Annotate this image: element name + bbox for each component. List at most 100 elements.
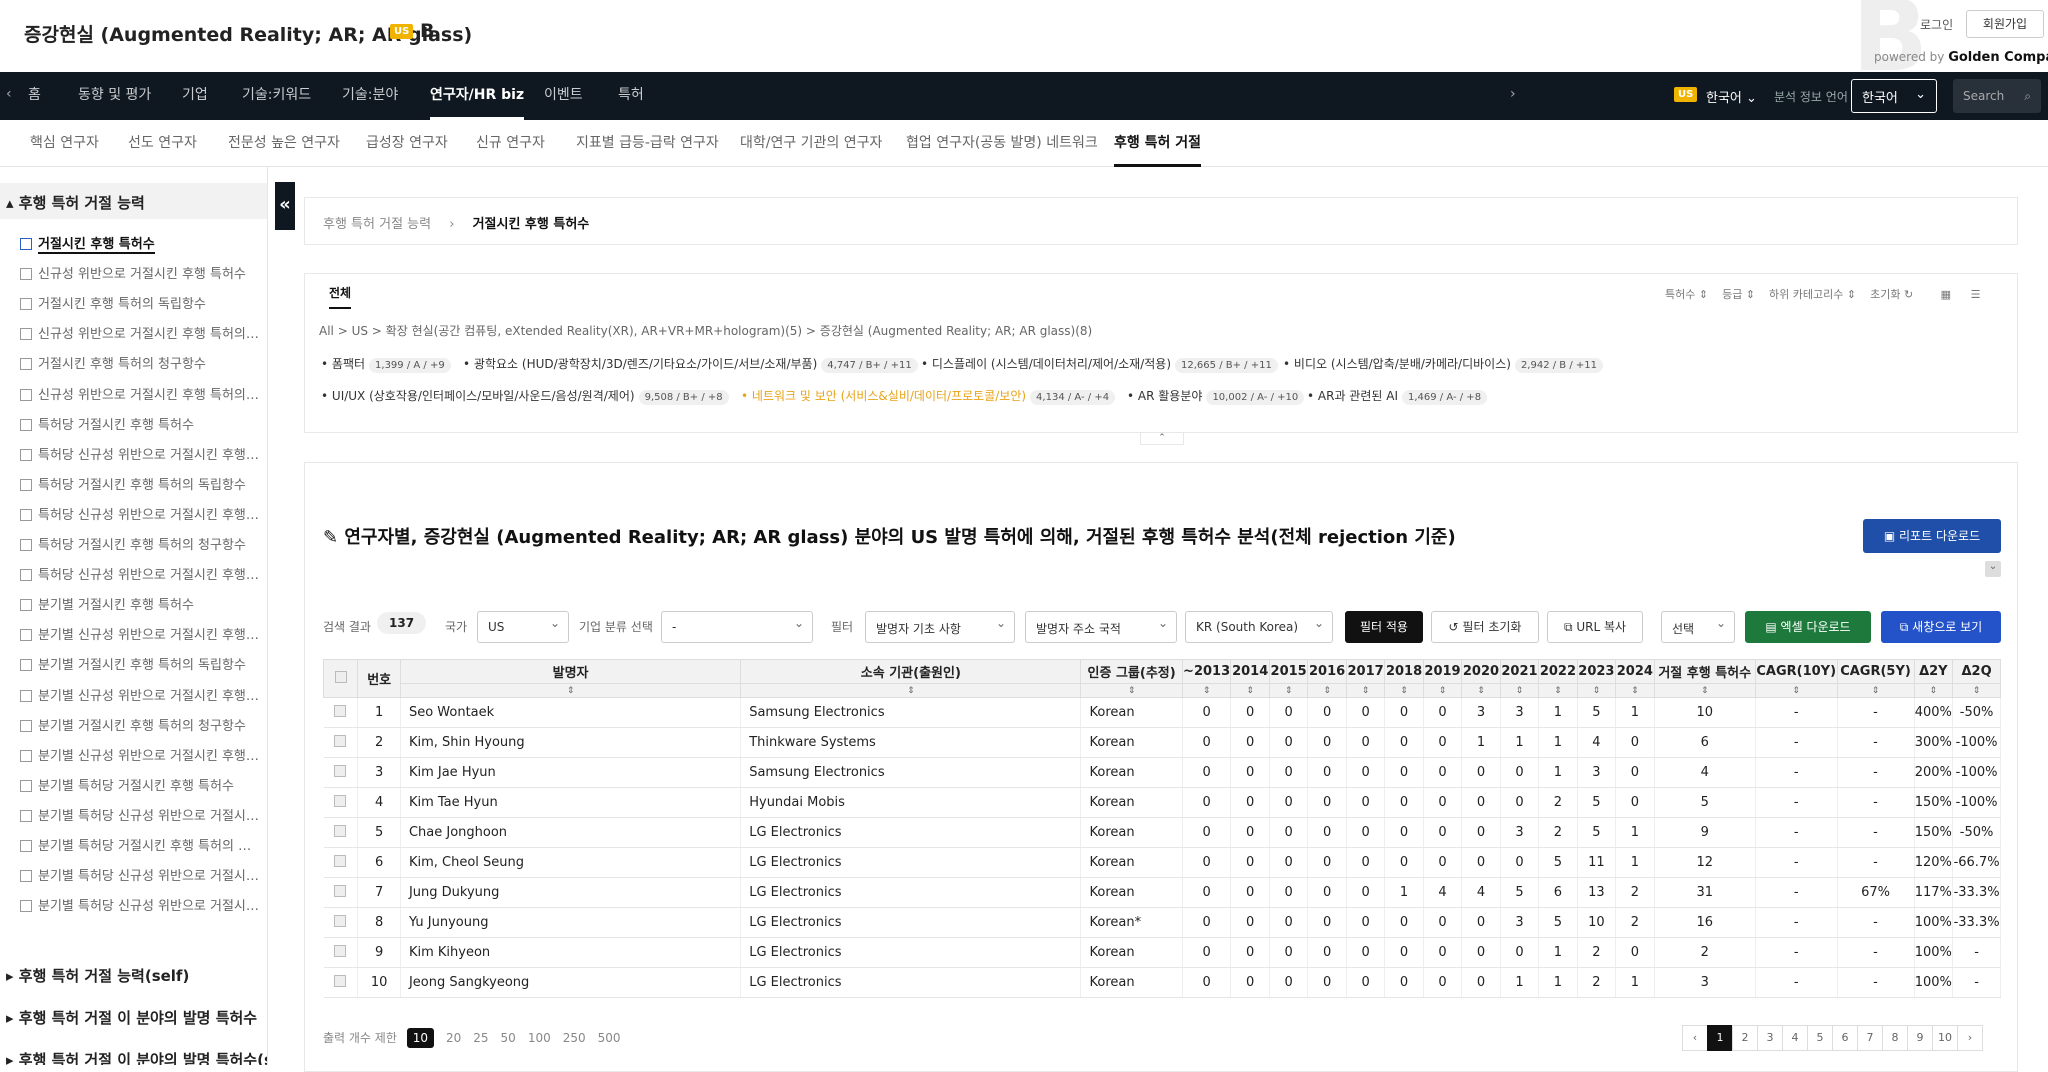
column-header[interactable]: 소속 기관(출원인) xyxy=(740,659,1082,684)
tab-new-researcher[interactable]: 신규 연구자 xyxy=(476,120,545,167)
category-item[interactable]: • AR 활용분야 10,002 / A- / +10 xyxy=(1127,387,1305,405)
sort-icon[interactable]: ⇕ xyxy=(1181,683,1232,698)
column-header[interactable]: 2016 xyxy=(1307,659,1347,684)
sidebar-item[interactable]: 특허당 거절시킨 후행 특허의 독립항수 xyxy=(20,474,260,502)
table-cell[interactable]: Hyundai Mobis xyxy=(740,787,1082,818)
table-cell[interactable]: Jeong Sangkyeong xyxy=(400,967,742,998)
select-all-checkbox[interactable] xyxy=(322,659,359,698)
page-size-option[interactable]: 250 xyxy=(563,1031,586,1045)
page-button[interactable]: 8 xyxy=(1882,1025,1908,1051)
sidebar-item[interactable]: 특허당 신규성 위반으로 거절시킨 후행 특허의 독립항수 xyxy=(20,504,260,532)
sidebar-item[interactable]: 분기별 신규성 위반으로 거절시킨 후행 특허의 청구항수 xyxy=(20,745,260,773)
sidebar-item[interactable]: 특허당 거절시킨 후행 특허의 청구항수 xyxy=(20,534,260,562)
info-language-select[interactable]: 한국어 ⌄ xyxy=(1851,79,1937,113)
nav-item-researcher[interactable]: 연구자/HR biz xyxy=(430,72,525,120)
table-cell[interactable]: Yu Junyoung xyxy=(400,907,742,938)
sidebar-section-field[interactable]: ▸ 후행 특허 거절 이 분야의 발명 특허수 xyxy=(0,998,267,1034)
country-select[interactable]: US xyxy=(477,611,569,643)
sort-icon[interactable]: ⇕ xyxy=(1615,683,1655,698)
sidebar-collapse-button[interactable]: « xyxy=(275,182,295,230)
path-us[interactable]: US xyxy=(352,324,368,338)
grid-view-icon[interactable]: ▦ xyxy=(1941,288,1951,301)
table-cell[interactable]: Samsung Electronics xyxy=(740,697,1082,728)
sidebar-item[interactable]: 분기별 거절시킨 후행 특허의 독립항수 xyxy=(20,654,260,682)
table-row[interactable]: 3 Kim Jae Hyun Samsung Electronics Korean 0 0… xyxy=(323,757,2001,788)
page-button[interactable]: 1 xyxy=(1707,1025,1733,1051)
table-row[interactable]: 10 Jeong Sangkyeong LG Electronics Korean 0 0… xyxy=(323,967,2001,998)
sidebar-item[interactable]: 분기별 특허당 신규성 위반으로 거절시킨 후행 특허수 xyxy=(20,805,260,833)
sort-icon[interactable]: ⇕ xyxy=(1913,683,1954,698)
sort-subcategory[interactable]: 하위 카테고리수 xyxy=(1769,288,1843,301)
sidebar-item[interactable]: 신규성 위반으로 거절시킨 후행 특허수 xyxy=(20,263,260,291)
corp-select[interactable]: - xyxy=(661,611,813,643)
column-header[interactable]: 2019 xyxy=(1422,659,1463,684)
row-checkbox[interactable] xyxy=(323,877,359,908)
table-cell[interactable]: LG Electronics xyxy=(740,937,1082,968)
page-button[interactable]: 9 xyxy=(1907,1025,1933,1051)
language-selector[interactable]: 한국어 ⌄ xyxy=(1706,87,1757,106)
tab-collab-network[interactable]: 협업 연구자(공동 발명) 네트워크 xyxy=(906,120,1098,167)
row-checkbox[interactable] xyxy=(323,817,359,848)
sidebar-item[interactable]: 분기별 특허당 신규성 위반으로 거절시킨 후행 특허의 독립항수 xyxy=(20,865,260,893)
sort-icon[interactable]: ⇕ xyxy=(1345,683,1386,698)
tab-all[interactable]: 전체 xyxy=(329,284,352,309)
sidebar-item[interactable]: 거절시킨 후행 특허의 독립항수 xyxy=(20,293,260,321)
row-checkbox[interactable] xyxy=(323,937,359,968)
sidebar-item[interactable]: 거절시킨 후행 특허의 청구항수 xyxy=(20,353,260,381)
sort-icon[interactable]: ⇕ xyxy=(1754,683,1838,698)
column-header[interactable]: 2021 xyxy=(1499,659,1540,684)
column-header[interactable]: Δ2Q xyxy=(1952,659,2001,684)
page-size-option[interactable]: 25 xyxy=(473,1031,488,1045)
sort-icon[interactable]: ⇕ xyxy=(1080,683,1183,698)
path-all[interactable]: All xyxy=(319,324,334,338)
page-button[interactable]: 4 xyxy=(1782,1025,1808,1051)
reset-sort[interactable]: 초기화 xyxy=(1870,288,1900,301)
table-cell[interactable]: Kim Jae Hyun xyxy=(400,757,742,788)
page-size-option[interactable]: 50 xyxy=(501,1031,516,1045)
page-button[interactable]: 7 xyxy=(1857,1025,1883,1051)
nav-item-trends[interactable]: 동향 및 평가 xyxy=(78,72,151,120)
column-header[interactable]: Δ2Y xyxy=(1913,659,1954,684)
sidebar-item[interactable]: 신규성 위반으로 거절시킨 후행 특허의 청구항수 xyxy=(20,384,260,412)
sidebar-section-field-self[interactable]: ▸ 후행 특허 거절 이 분야의 발명 특허수(self) xyxy=(0,1040,267,1065)
table-cell[interactable]: Chae Jonghoon xyxy=(400,817,742,848)
path-xr[interactable]: 확장 현실(공간 컴퓨팅, eXtended Reality(XR), AR+V… xyxy=(386,324,802,338)
nav-scroll-left-icon[interactable]: ‹ xyxy=(6,86,12,102)
sort-icon[interactable]: ⇕ xyxy=(1268,683,1309,698)
row-checkbox[interactable] xyxy=(323,697,359,728)
table-row[interactable]: 4 Kim Tae Hyun Hyundai Mobis Korean 0 0 0 0 0 0 0 0… xyxy=(323,787,2001,818)
column-header[interactable]: 2018 xyxy=(1384,659,1424,684)
category-item[interactable]: • UI/UX (상호작용/인터페이스/모바일/사운드/음성/원격/제어) 9,5… xyxy=(321,387,729,405)
page-button[interactable]: 2 xyxy=(1732,1025,1758,1051)
filter-nationality-select[interactable]: 발명자 주소 국적 xyxy=(1025,611,1177,643)
tab-rising-researcher[interactable]: 급성장 연구자 xyxy=(366,120,448,167)
column-header[interactable]: 발명자 xyxy=(399,659,742,684)
nav-item-tech-keyword[interactable]: 기술:키워드 xyxy=(242,72,311,120)
login-link[interactable]: 로그인 xyxy=(1920,16,1953,33)
nav-item-patent[interactable]: 특허 xyxy=(618,72,644,120)
sidebar-item[interactable]: 신규성 위반으로 거절시킨 후행 특허의 독립항수 xyxy=(20,323,260,351)
nav-item-event[interactable]: 이벤트 xyxy=(544,72,583,120)
sort-icon[interactable]: ⇕ xyxy=(1384,683,1424,698)
apply-filter-button[interactable]: 필터 적용 xyxy=(1345,611,1423,643)
column-header[interactable]: 2020 xyxy=(1461,659,1501,684)
row-checkbox[interactable] xyxy=(323,727,359,758)
table-row[interactable]: 5 Chae Jonghoon LG Electronics Korean 0 0 0 0 0 0… xyxy=(323,817,2001,848)
path-ar[interactable]: 증강현실 (Augmented Reality; AR; AR glass)(8… xyxy=(820,324,1092,338)
page-size-option[interactable]: 100 xyxy=(528,1031,551,1045)
table-cell[interactable]: LG Electronics xyxy=(740,817,1082,848)
sort-icon[interactable]: ⇕ xyxy=(1461,683,1501,698)
table-cell[interactable]: Jung Dukyung xyxy=(400,877,742,908)
new-window-button[interactable]: ⧉ 새창으로 보기 xyxy=(1881,611,2001,643)
sidebar-item[interactable]: 특허당 신규성 위반으로 거절시킨 후행 특허수 xyxy=(20,444,260,472)
tab-core-researcher[interactable]: 핵심 연구자 xyxy=(30,120,99,167)
sort-icon[interactable]: ⇕ xyxy=(399,683,742,698)
row-checkbox[interactable] xyxy=(323,847,359,878)
list-view-icon[interactable]: ☰ xyxy=(1971,288,1981,301)
tab-expert-researcher[interactable]: 전문성 높은 연구자 xyxy=(228,120,340,167)
table-cell[interactable]: Seo Wontaek xyxy=(400,697,742,728)
page-button[interactable]: 6 xyxy=(1832,1025,1858,1051)
sidebar-item[interactable]: 분기별 신규성 위반으로 거절시킨 후행 특허의 독립항수 xyxy=(20,685,260,713)
page-button[interactable]: 5 xyxy=(1807,1025,1833,1051)
sort-icon[interactable]: ⇕ xyxy=(1538,683,1578,698)
